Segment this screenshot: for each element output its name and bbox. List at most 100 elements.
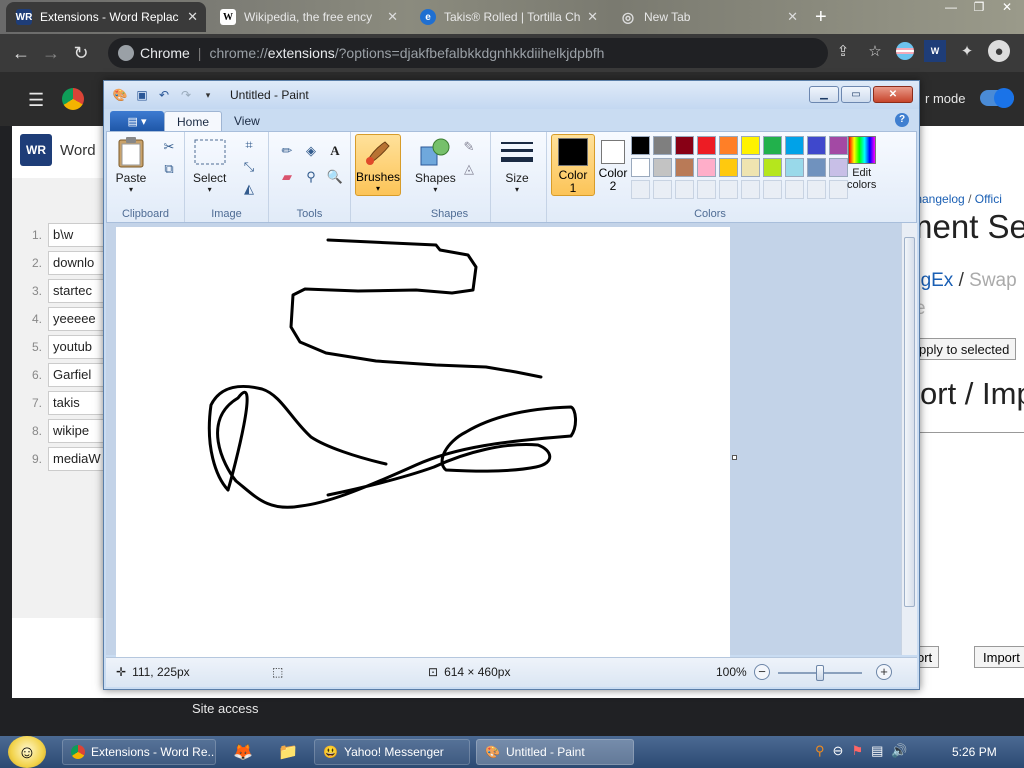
volume-icon[interactable]: 🔊: [891, 743, 907, 759]
brushes-button[interactable]: Brushes ▾: [355, 134, 401, 196]
save-icon[interactable]: ▣: [134, 87, 150, 103]
custom-color-slot[interactable]: [697, 180, 716, 199]
custom-color-slot[interactable]: [741, 180, 760, 199]
paste-button[interactable]: Paste ▾: [115, 136, 147, 194]
zoom-slider-thumb[interactable]: [816, 665, 824, 681]
rule-input[interactable]: mediaW: [48, 447, 104, 471]
color-swatch[interactable]: [653, 136, 672, 155]
scrollbar-thumb[interactable]: [904, 237, 915, 607]
tab-home[interactable]: Home: [164, 111, 223, 131]
rule-input[interactable]: downlo: [48, 251, 104, 275]
back-arrow-icon[interactable]: ←: [6, 38, 36, 68]
rule-input[interactable]: startec: [48, 279, 104, 303]
custom-color-slot[interactable]: [829, 180, 848, 199]
network-icon[interactable]: ▤: [871, 743, 883, 759]
custom-color-slot[interactable]: [785, 180, 804, 199]
fill-icon[interactable]: ◬: [459, 160, 479, 178]
close-icon[interactable]: ✕: [873, 86, 913, 103]
eraser-icon[interactable]: ▰: [277, 168, 297, 186]
swap-link[interactable]: Swap: [969, 270, 1017, 291]
minimize-icon[interactable]: —: [938, 0, 964, 18]
color-swatch[interactable]: [697, 136, 716, 155]
minus-circle-icon[interactable]: ⊖: [833, 743, 844, 759]
shapes-button[interactable]: Shapes ▾: [415, 136, 456, 194]
copy-icon[interactable]: ⧉: [159, 160, 179, 178]
edit-colors-button[interactable]: Edit colors: [847, 136, 876, 191]
profile-flag-icon[interactable]: [896, 42, 914, 60]
magnifier-icon[interactable]: 🔍: [325, 168, 345, 186]
pencil-icon[interactable]: ✏: [277, 142, 297, 160]
import-button[interactable]: Import: [974, 646, 1024, 668]
drawing-canvas[interactable]: [116, 227, 730, 659]
vertical-scrollbar[interactable]: [901, 223, 917, 655]
custom-color-slot[interactable]: [631, 180, 650, 199]
color-swatch[interactable]: [763, 158, 782, 177]
tab-takis[interactable]: e Takis® Rolled | Tortilla Ch ✕: [410, 2, 606, 32]
rule-input[interactable]: b\w: [48, 223, 104, 247]
custom-color-slot[interactable]: [675, 180, 694, 199]
developer-mode-toggle[interactable]: [980, 88, 1014, 108]
color-swatch[interactable]: [719, 158, 738, 177]
more-menu-icon[interactable]: ⋮: [1020, 40, 1024, 62]
close-tab-icon[interactable]: ✕: [787, 9, 798, 25]
rule-input[interactable]: yeeeee: [48, 307, 104, 331]
color-2-button[interactable]: Color 2: [591, 134, 635, 196]
paint-menu-button[interactable]: ▤ ▾: [110, 111, 164, 131]
color-swatch[interactable]: [631, 136, 650, 155]
new-tab-button[interactable]: +: [815, 6, 827, 29]
extensions-puzzle-icon[interactable]: ✦: [956, 40, 978, 62]
color-swatch[interactable]: [653, 158, 672, 177]
zoom-out-button[interactable]: −: [754, 664, 770, 680]
color-swatch[interactable]: [741, 158, 760, 177]
close-tab-icon[interactable]: ✕: [387, 9, 398, 25]
taskbar-item-chrome[interactable]: Extensions - Word Re...: [62, 739, 216, 765]
forward-arrow-icon[interactable]: →: [36, 38, 66, 68]
color-swatch[interactable]: [807, 158, 826, 177]
taskbar-item-paint[interactable]: 🎨 Untitled - Paint: [476, 739, 634, 765]
color-swatch[interactable]: [763, 136, 782, 155]
color-swatch[interactable]: [829, 158, 848, 177]
redo-icon[interactable]: ↷: [178, 87, 194, 103]
resize-icon[interactable]: ⤡: [239, 158, 259, 176]
customize-dropdown-icon[interactable]: ▾: [200, 87, 216, 103]
official-link[interactable]: Offici: [975, 192, 1002, 206]
zoom-in-button[interactable]: +: [876, 664, 892, 680]
tab-wikipedia[interactable]: W Wikipedia, the free ency ✕: [210, 2, 406, 32]
color-swatch[interactable]: [807, 136, 826, 155]
rule-input[interactable]: youtub: [48, 335, 104, 359]
rotate-icon[interactable]: ◭: [239, 180, 259, 198]
firefox-icon[interactable]: 🦊: [231, 740, 255, 764]
color-swatch[interactable]: [631, 158, 650, 177]
profile-avatar-icon[interactable]: ●: [988, 40, 1010, 62]
color-swatch[interactable]: [785, 136, 804, 155]
close-tab-icon[interactable]: ✕: [587, 9, 598, 25]
outline-icon[interactable]: ✎: [459, 138, 479, 156]
word-replacer-extension-icon[interactable]: W: [924, 40, 946, 62]
crop-icon[interactable]: ⌗: [239, 136, 259, 154]
tab-extensions[interactable]: WR Extensions - Word Replac ✕: [6, 2, 206, 32]
color-swatch[interactable]: [785, 158, 804, 177]
rule-input[interactable]: wikipe: [48, 419, 104, 443]
maximize-icon[interactable]: ▭: [841, 86, 871, 103]
help-icon[interactable]: ?: [895, 113, 909, 127]
tab-new-tab[interactable]: ◎ New Tab ✕: [610, 2, 806, 32]
text-tool-icon[interactable]: A: [325, 142, 345, 160]
custom-color-slot[interactable]: [763, 180, 782, 199]
color-swatch[interactable]: [675, 136, 694, 155]
custom-color-slot[interactable]: [719, 180, 738, 199]
reload-icon[interactable]: ↻: [66, 38, 96, 68]
rule-input[interactable]: Garfiel: [48, 363, 104, 387]
minimize-icon[interactable]: ▁: [809, 86, 839, 103]
tab-view[interactable]: View: [222, 111, 272, 131]
taskbar-item-yahoo-messenger[interactable]: 😃 Yahoo! Messenger: [314, 739, 470, 765]
close-tab-icon[interactable]: ✕: [187, 9, 198, 25]
zoom-slider[interactable]: [778, 665, 862, 681]
custom-color-slot[interactable]: [807, 180, 826, 199]
color-picker-icon[interactable]: ⚲: [301, 168, 321, 186]
color-swatch[interactable]: [829, 136, 848, 155]
undo-icon[interactable]: ↶: [156, 87, 172, 103]
bookmark-star-icon[interactable]: ☆: [864, 40, 886, 62]
rule-input[interactable]: takis: [48, 391, 104, 415]
address-bar[interactable]: Chrome | chrome://extensions/?options=dj…: [108, 38, 828, 68]
paint-app-icon[interactable]: 🎨: [112, 87, 128, 103]
